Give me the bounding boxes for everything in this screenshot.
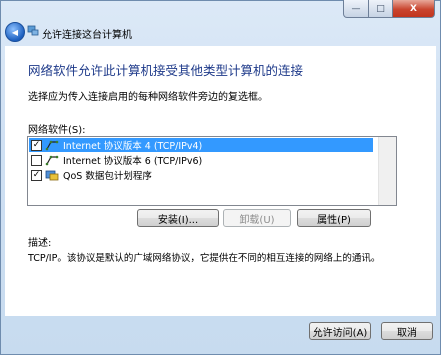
maximize-button[interactable]: □ bbox=[369, 0, 393, 18]
item-checkbox[interactable] bbox=[31, 154, 42, 166]
back-button[interactable]: ◀ bbox=[5, 22, 25, 42]
list-item[interactable]: ✓ QoS 数据包计划程序 bbox=[29, 168, 373, 182]
minimize-icon: — bbox=[351, 3, 361, 14]
dialog-heading: 网络软件允许此计算机接受其他类型计算机的连接 bbox=[28, 63, 304, 78]
content-panel: 网络软件允许此计算机接受其他类型计算机的连接 选择应为传入连接启用的每种网络软件… bbox=[5, 46, 436, 316]
network-software-label: 网络软件(S): bbox=[28, 125, 86, 136]
nav-bar: ◀ 允许连接这台计算机 bbox=[0, 20, 441, 44]
page-title: 允许连接这台计算机 bbox=[42, 30, 132, 41]
item-checkbox[interactable]: ✓ bbox=[31, 169, 42, 181]
network-software-list[interactable]: ✓ Internet 协议版本 4 (TCP/IPv4) Internet 协议… bbox=[27, 136, 397, 206]
back-arrow-icon: ◀ bbox=[11, 27, 19, 37]
allow-access-button[interactable]: 允许访问(A) bbox=[309, 322, 371, 340]
list-item[interactable]: ✓ Internet 协议版本 4 (TCP/IPv4) bbox=[29, 138, 373, 152]
item-label: Internet 协议版本 4 (TCP/IPv4) bbox=[63, 141, 203, 152]
minimize-button[interactable]: — bbox=[343, 0, 369, 18]
list-scrollbar[interactable] bbox=[378, 137, 396, 205]
network-service-icon bbox=[45, 170, 59, 180]
uninstall-button[interactable]: 卸载(U) bbox=[223, 209, 291, 227]
maximize-icon: □ bbox=[376, 3, 385, 14]
close-button[interactable]: X bbox=[393, 0, 435, 18]
item-checkbox[interactable]: ✓ bbox=[31, 139, 42, 151]
description-text: TCP/IP。该协议是默认的广域网络协议，它提供在不同的相互连接的网络上的通讯。 bbox=[28, 253, 381, 264]
item-label: QoS 数据包计划程序 bbox=[63, 171, 152, 182]
network-connection-icon bbox=[27, 25, 39, 36]
network-protocol-icon bbox=[45, 140, 59, 150]
cancel-button[interactable]: 取消 bbox=[381, 322, 433, 340]
description-label: 描述: bbox=[28, 238, 52, 249]
properties-button[interactable]: 属性(P) bbox=[297, 209, 371, 227]
window-controls: — □ X bbox=[343, 0, 435, 18]
list-item[interactable]: Internet 协议版本 6 (TCP/IPv6) bbox=[29, 153, 373, 167]
network-protocol-icon bbox=[45, 155, 59, 165]
install-button[interactable]: 安装(I)... bbox=[137, 209, 219, 227]
title-bar: — □ X bbox=[0, 0, 441, 20]
close-icon: X bbox=[410, 3, 417, 14]
item-label: Internet 协议版本 6 (TCP/IPv6) bbox=[63, 156, 203, 167]
instruction-text: 选择应为传入连接启用的每种网络软件旁边的复选框。 bbox=[28, 92, 268, 103]
